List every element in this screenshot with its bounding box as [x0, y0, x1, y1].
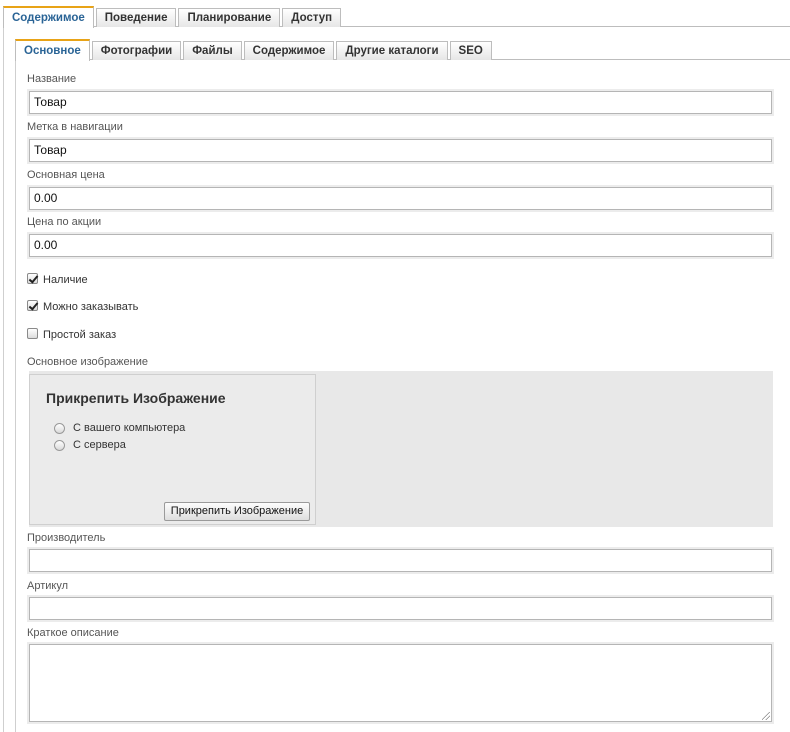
- attach-image-button[interactable]: Прикрепить Изображение: [164, 502, 310, 521]
- base-price-label: Основная цена: [27, 169, 105, 181]
- tab-content[interactable]: Содержимое: [3, 6, 94, 28]
- availability-checkbox[interactable]: [27, 273, 38, 284]
- availability-label: Наличие: [43, 274, 88, 286]
- tab-behavior[interactable]: Поведение: [95, 8, 177, 27]
- option-server-label: С сервера: [73, 439, 126, 451]
- manufacturer-label: Производитель: [27, 532, 106, 544]
- orderable-checkbox[interactable]: [27, 300, 38, 311]
- attach-image-widget: Прикрепить Изображение С вашего компьюте…: [29, 374, 316, 525]
- outer-tab-bar: Содержимое Поведение Планирование Доступ: [3, 5, 343, 28]
- sale-price-input[interactable]: 0.00: [29, 234, 772, 257]
- main-image-label: Основное изображение: [27, 356, 148, 368]
- orderable-row: Можно заказывать: [27, 298, 138, 313]
- subtab-content[interactable]: Содержимое: [243, 41, 335, 60]
- availability-row: Наличие: [27, 271, 88, 286]
- tab-scheduling[interactable]: Планирование: [178, 8, 281, 27]
- option-server-row: С сервера: [54, 439, 126, 451]
- subtab-other-catalogs[interactable]: Другие каталоги: [336, 41, 448, 60]
- sku-input[interactable]: [29, 597, 772, 620]
- option-computer-row: С вашего компьютера: [54, 422, 185, 434]
- resize-grip-icon[interactable]: [762, 712, 770, 720]
- option-computer-label: С вашего компьютера: [73, 422, 186, 434]
- tab-access[interactable]: Доступ: [282, 8, 342, 27]
- subtab-files[interactable]: Файлы: [183, 41, 242, 60]
- name-input[interactable]: Товар: [29, 91, 772, 114]
- sku-label: Артикул: [27, 580, 69, 592]
- subtab-seo[interactable]: SEO: [449, 41, 492, 60]
- simple-order-label: Простой заказ: [43, 329, 117, 341]
- inner-tab-bar: Основное Фотографии Файлы Содержимое Дру…: [15, 38, 494, 61]
- option-computer-radio[interactable]: [54, 422, 65, 434]
- sale-price-label: Цена по акции: [27, 216, 102, 228]
- inner-panel-border: [15, 59, 16, 732]
- manufacturer-input[interactable]: [29, 549, 772, 572]
- short-description-textarea[interactable]: [29, 644, 772, 722]
- outer-panel-border: [3, 26, 4, 732]
- simple-order-checkbox[interactable]: [27, 328, 38, 339]
- nav-label-label: Метка в навигации: [27, 121, 123, 133]
- subtab-photos[interactable]: Фотографии: [91, 41, 182, 60]
- option-server-radio[interactable]: [54, 439, 65, 451]
- name-label: Название: [27, 73, 77, 85]
- orderable-label: Можно заказывать: [43, 301, 139, 313]
- simple-order-row: Простой заказ: [27, 326, 116, 341]
- base-price-input[interactable]: 0.00: [29, 187, 772, 210]
- subtab-main[interactable]: Основное: [15, 39, 90, 61]
- short-description-label: Краткое описание: [27, 627, 119, 639]
- attach-image-title: Прикрепить Изображение: [46, 390, 226, 406]
- nav-label-input[interactable]: Товар: [29, 139, 772, 162]
